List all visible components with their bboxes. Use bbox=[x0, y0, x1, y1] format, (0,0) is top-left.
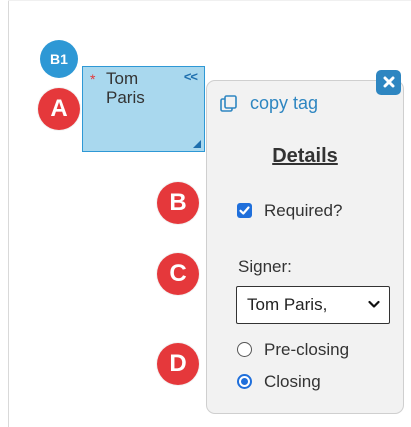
details-title: Details bbox=[272, 145, 338, 167]
marker-b: B bbox=[157, 182, 199, 224]
required-asterisk: * bbox=[90, 71, 96, 87]
closing-radio[interactable] bbox=[237, 374, 252, 389]
close-panel-button[interactable] bbox=[376, 70, 401, 95]
close-x-icon bbox=[383, 76, 394, 88]
page-top-border bbox=[8, 0, 411, 1]
checkmark-icon bbox=[239, 206, 250, 215]
marker-b1: B1 bbox=[40, 40, 78, 78]
required-checkbox[interactable] bbox=[237, 203, 252, 218]
closing-label: Closing bbox=[264, 372, 321, 391]
required-label: Required? bbox=[264, 201, 343, 220]
collapse-double-chevron-left-icon[interactable]: << bbox=[184, 69, 198, 84]
page-left-border bbox=[8, 0, 9, 427]
marker-d: D bbox=[157, 343, 199, 385]
marker-c: C bbox=[157, 253, 199, 295]
pre-closing-label: Pre-closing bbox=[264, 340, 350, 359]
copy-icon bbox=[220, 95, 237, 112]
details-panel bbox=[206, 80, 404, 414]
chevron-down-icon bbox=[368, 300, 380, 308]
pre-closing-radio[interactable] bbox=[237, 342, 252, 357]
copy-tag-label: copy tag bbox=[250, 93, 319, 113]
signer-select[interactable]: Tom Paris, bbox=[236, 286, 390, 324]
signature-tag-signer-name: Tom Paris bbox=[106, 69, 145, 107]
marker-a: A bbox=[38, 88, 80, 130]
signer-select-value: Tom Paris, bbox=[247, 295, 328, 314]
signature-tag[interactable]: * Tom Paris << bbox=[82, 66, 205, 152]
resize-handle-icon[interactable] bbox=[193, 140, 201, 148]
signer-label: Signer: bbox=[238, 257, 292, 276]
